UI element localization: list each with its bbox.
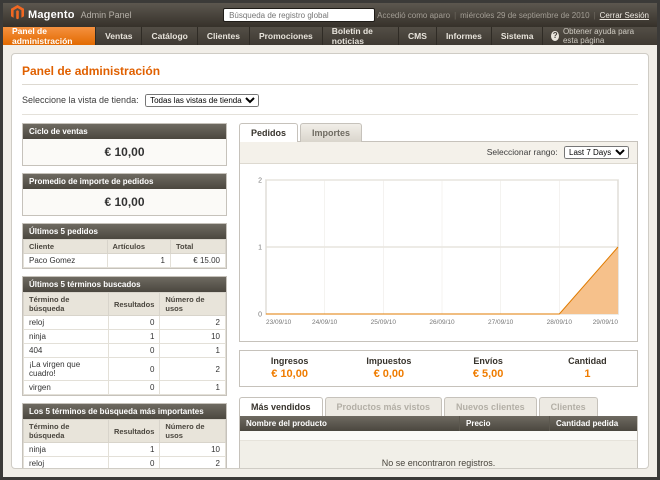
table-header-row: Cliente Artículos Total: [24, 240, 226, 254]
table-row[interactable]: virgen 0 1: [24, 381, 226, 395]
table-row[interactable]: reloj 0 2: [24, 316, 226, 330]
svg-text:1: 1: [258, 245, 262, 252]
top-search-title: Los 5 términos de búsqueda más important…: [23, 404, 226, 419]
tab-amounts[interactable]: Importes: [300, 123, 362, 142]
main-nav: Panel de administración Ventas Catálogo …: [3, 27, 657, 45]
svg-text:2: 2: [258, 178, 262, 185]
left-column: Ciclo de ventas € 10,00 Promedio de impo…: [22, 123, 227, 469]
last-search-title: Últimos 5 términos buscados: [23, 277, 226, 292]
avg-order-title: Promedio de importe de pedidos: [23, 174, 226, 189]
svg-text:23/09/10: 23/09/10: [266, 319, 292, 326]
svg-text:29/09/10: 29/09/10: [593, 319, 619, 326]
tab-customers[interactable]: Clientes: [539, 397, 598, 416]
totals-bar: Ingresos € 10,00 Impuestos € 0,00 Envíos…: [239, 350, 638, 387]
tab-new-customers[interactable]: Nuevos clientes: [444, 397, 537, 416]
no-records-message: No se encontraron registros.: [240, 441, 637, 469]
global-search-input[interactable]: [223, 8, 375, 22]
nav-item-catalog[interactable]: Catálogo: [142, 27, 197, 45]
table-row[interactable]: reloj 0 2: [24, 457, 226, 470]
table-row[interactable]: ¡La virgen que cuadro! 0 2: [24, 358, 226, 381]
nav-item-cms[interactable]: CMS: [399, 27, 437, 45]
sales-cycle-title: Ciclo de ventas: [23, 124, 226, 139]
stat-revenue: Ingresos € 10,00: [240, 356, 339, 380]
last-orders-table: Cliente Artículos Total Paco Gomez 1 € 1…: [23, 239, 226, 268]
store-view-label: Seleccione la vista de tienda:: [22, 95, 139, 105]
tab-bestsellers[interactable]: Más vendidos: [239, 397, 323, 416]
logged-in-as: Accedió como aparo: [377, 11, 450, 20]
product-table-header: Nombre del producto Precio Cantidad pedi…: [240, 416, 637, 431]
logo-subtitle: Admin Panel: [81, 10, 132, 20]
stat-tax: Impuestos € 0,00: [339, 356, 438, 380]
page-title: Panel de administración: [22, 64, 638, 78]
help-icon: ?: [551, 31, 559, 41]
stat-quantity: Cantidad 1: [538, 356, 637, 380]
range-select[interactable]: Last 7 Days: [564, 146, 629, 159]
magento-logo-icon: [11, 5, 24, 25]
top-bar: Magento Admin Panel Accedió como aparo|m…: [3, 3, 657, 27]
table-row[interactable]: 404 0 1: [24, 344, 226, 358]
sales-cycle-box: Ciclo de ventas € 10,00: [22, 123, 227, 166]
tab-orders[interactable]: Pedidos: [239, 123, 298, 142]
nav-item-promotions[interactable]: Promociones: [250, 27, 323, 45]
table-row[interactable]: ninja 1 10: [24, 443, 226, 457]
svg-text:27/09/10: 27/09/10: [488, 319, 514, 326]
svg-text:0: 0: [258, 312, 262, 319]
svg-text:25/09/10: 25/09/10: [371, 319, 397, 326]
right-column: Pedidos Importes Seleccionar rango: Last…: [239, 123, 638, 469]
nav-item-dashboard[interactable]: Panel de administración: [3, 27, 96, 45]
page-help-link[interactable]: ? Obtener ayuda para esta página: [543, 27, 657, 45]
store-view-row: Seleccione la vista de tienda: Todas las…: [22, 91, 638, 115]
last-search-box: Últimos 5 términos buscados Término de b…: [22, 276, 227, 396]
last-orders-title: Últimos 5 pedidos: [23, 224, 226, 239]
range-label: Seleccionar rango:: [487, 147, 558, 157]
nav-item-system[interactable]: Sistema: [492, 27, 544, 45]
top-search-box: Los 5 términos de búsqueda más important…: [22, 403, 227, 469]
store-view-select[interactable]: Todas las vistas de tienda: [145, 94, 259, 107]
nav-item-newsletter[interactable]: Boletín de noticias: [323, 27, 399, 45]
current-date: miércoles 29 de septiembre de 2010: [460, 11, 589, 20]
product-tabs: Más vendidos Productos más vistos Nuevos…: [239, 397, 638, 416]
svg-text:28/09/10: 28/09/10: [547, 319, 573, 326]
help-label: Obtener ayuda para esta página: [563, 27, 649, 45]
logout-link[interactable]: Cerrar Sesión: [600, 11, 649, 20]
nav-item-reports[interactable]: Informes: [437, 27, 492, 45]
table-row[interactable]: Paco Gomez 1 € 15.00: [24, 254, 226, 268]
product-table: Nombre del producto Precio Cantidad pedi…: [239, 416, 638, 469]
content-area: Panel de administración Seleccione la vi…: [3, 45, 657, 477]
nav-item-sales[interactable]: Ventas: [96, 27, 142, 45]
admin-window: Magento Admin Panel Accedió como aparo|m…: [3, 3, 657, 477]
chart-tabs: Pedidos Importes: [239, 123, 638, 142]
avg-order-value: € 10,00: [23, 189, 226, 215]
nav-item-customers[interactable]: Clientes: [198, 27, 250, 45]
title-divider: [22, 84, 638, 85]
table-header-row: Término de búsqueda Resultados Número de…: [24, 420, 226, 443]
avg-order-box: Promedio de importe de pedidos € 10,00: [22, 173, 227, 216]
orders-chart: 0 1 2 23/09/10 24/09/10 25/09/10 26/09/10 27/09…: [250, 172, 626, 330]
table-row[interactable]: ninja 1 10: [24, 330, 226, 344]
product-table-empty-row: [240, 431, 637, 441]
svg-text:26/09/10: 26/09/10: [429, 319, 455, 326]
last-orders-box: Últimos 5 pedidos Cliente Artículos Tota…: [22, 223, 227, 269]
logo-title: Magento: [28, 9, 75, 21]
sales-cycle-value: € 10,00: [23, 139, 226, 165]
top-search-table: Término de búsqueda Resultados Número de…: [23, 419, 226, 469]
dashboard-panel: Panel de administración Seleccione la vi…: [11, 53, 649, 469]
table-header-row: Término de búsqueda Resultados Número de…: [24, 293, 226, 316]
stat-shipping: Envíos € 5,00: [439, 356, 538, 380]
chart-wrap: 0 1 2 23/09/10 24/09/10 25/09/10 26/09/10 27/09…: [240, 164, 637, 335]
magento-logo: Magento Admin Panel: [11, 5, 221, 25]
range-bar: Seleccionar rango: Last 7 Days: [240, 142, 637, 164]
svg-text:24/09/10: 24/09/10: [312, 319, 338, 326]
chart-panel: Seleccionar rango: Last 7 Days 0 1 2 23/09/…: [239, 141, 638, 342]
tab-most-viewed[interactable]: Productos más vistos: [325, 397, 443, 416]
last-search-table: Término de búsqueda Resultados Número de…: [23, 292, 226, 395]
